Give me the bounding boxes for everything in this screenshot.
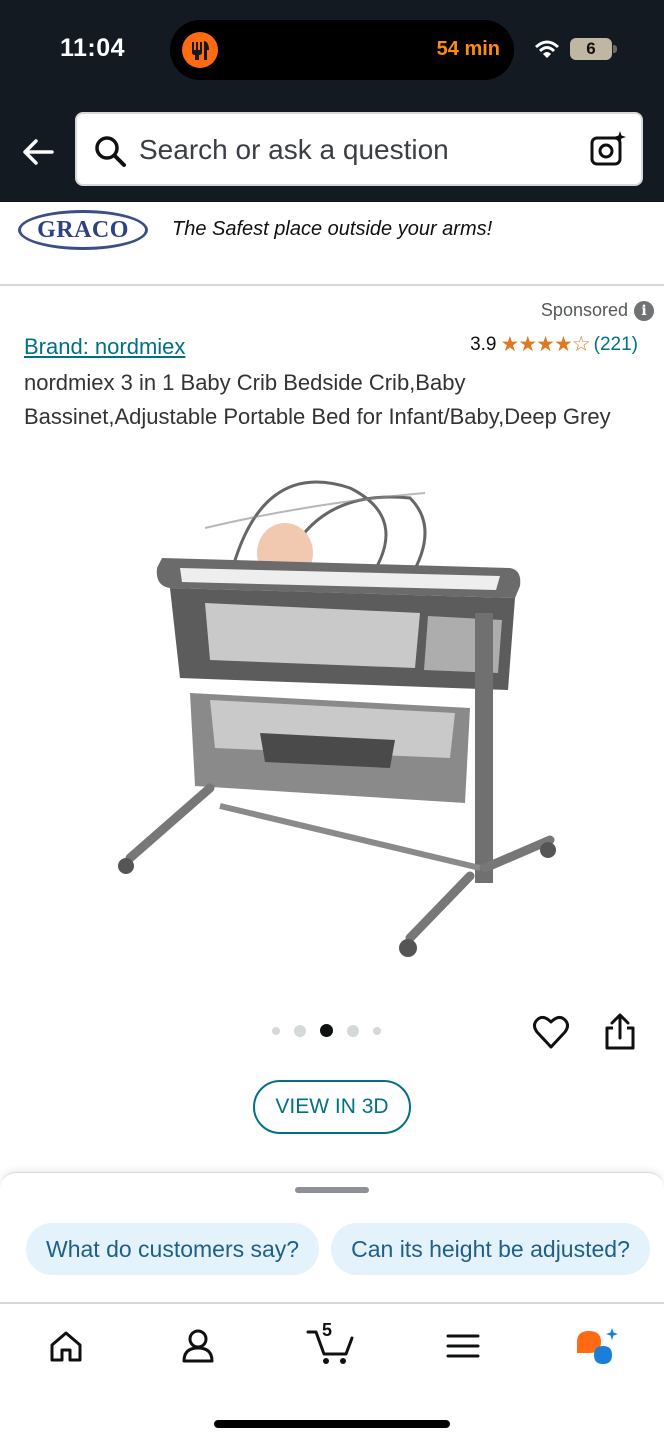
carousel-dot[interactable] xyxy=(373,1026,381,1035)
tab-rufus[interactable] xyxy=(566,1324,626,1368)
bottom-tab-bar: 5 xyxy=(0,1302,664,1440)
star-rating-icon: ★★★★☆ xyxy=(500,333,591,356)
home-indicator xyxy=(214,1420,450,1428)
search-bar[interactable] xyxy=(75,112,643,186)
tab-menu[interactable] xyxy=(433,1324,493,1368)
rating-count[interactable]: (221) xyxy=(594,334,638,356)
carousel-dot-active[interactable] xyxy=(320,1024,333,1037)
tab-account[interactable] xyxy=(168,1324,228,1368)
camera-search-icon[interactable] xyxy=(589,130,627,168)
image-carousel-dots[interactable] xyxy=(272,1024,381,1037)
battery-nub xyxy=(613,45,617,53)
sheet-drag-handle[interactable] xyxy=(295,1187,369,1193)
product-title: nordmiex 3 in 1 Baby Crib Bedside Crib,B… xyxy=(24,370,611,429)
product-image[interactable] xyxy=(110,468,556,968)
back-arrow-icon[interactable] xyxy=(20,134,56,170)
tab-cart[interactable]: 5 xyxy=(300,1320,360,1368)
account-icon xyxy=(182,1329,214,1363)
suggestion-chip-height[interactable]: Can its height be adjusted? xyxy=(331,1223,650,1275)
search-input[interactable] xyxy=(139,132,569,168)
carousel-dot[interactable] xyxy=(294,1024,306,1037)
sponsored-text: Sponsored xyxy=(540,300,628,320)
rating-value: 3.9 xyxy=(470,333,497,355)
dynamic-island[interactable]: 54 min xyxy=(170,20,514,80)
sponsored-label[interactable]: Sponsored i xyxy=(541,300,654,321)
share-icon[interactable] xyxy=(602,1012,638,1052)
rufus-icon xyxy=(577,1328,618,1364)
banner-tagline: The Safest place outside your arms! xyxy=(172,218,493,240)
battery-indicator: 6 xyxy=(570,38,612,60)
tab-home[interactable] xyxy=(36,1324,96,1368)
suggestion-chip-customers[interactable]: What do customers say? xyxy=(26,1223,320,1275)
graco-logo: GRACO xyxy=(18,210,148,250)
heart-icon[interactable] xyxy=(532,1014,570,1050)
carousel-dot[interactable] xyxy=(347,1024,359,1037)
carousel-dot[interactable] xyxy=(272,1026,280,1035)
brand-link[interactable]: Brand: nordmiex xyxy=(24,334,185,360)
product-rating[interactable]: 3.9 ★★★★☆ (221) xyxy=(470,332,638,357)
wifi-icon xyxy=(535,40,559,58)
sponsored-brand-banner[interactable]: GRACO The Safest place outside your arms… xyxy=(0,202,664,286)
suggestion-chips: What do customers say? Can its height be… xyxy=(26,1223,650,1275)
ask-rufus-sheet[interactable]: What do customers say? Can its height be… xyxy=(0,1172,664,1302)
live-activity-eta: 54 min xyxy=(436,38,500,60)
menu-icon xyxy=(446,1334,480,1358)
home-icon xyxy=(50,1331,82,1362)
info-icon[interactable]: i xyxy=(634,300,654,321)
status-time: 11:04 xyxy=(60,34,126,62)
view-in-3d-button[interactable]: VIEW IN 3D xyxy=(253,1080,411,1134)
app-header: 11:04 54 min 6 xyxy=(0,0,664,202)
search-icon xyxy=(95,136,126,167)
food-delivery-icon xyxy=(182,32,218,68)
cart-count-badge: 5 xyxy=(322,1320,333,1340)
